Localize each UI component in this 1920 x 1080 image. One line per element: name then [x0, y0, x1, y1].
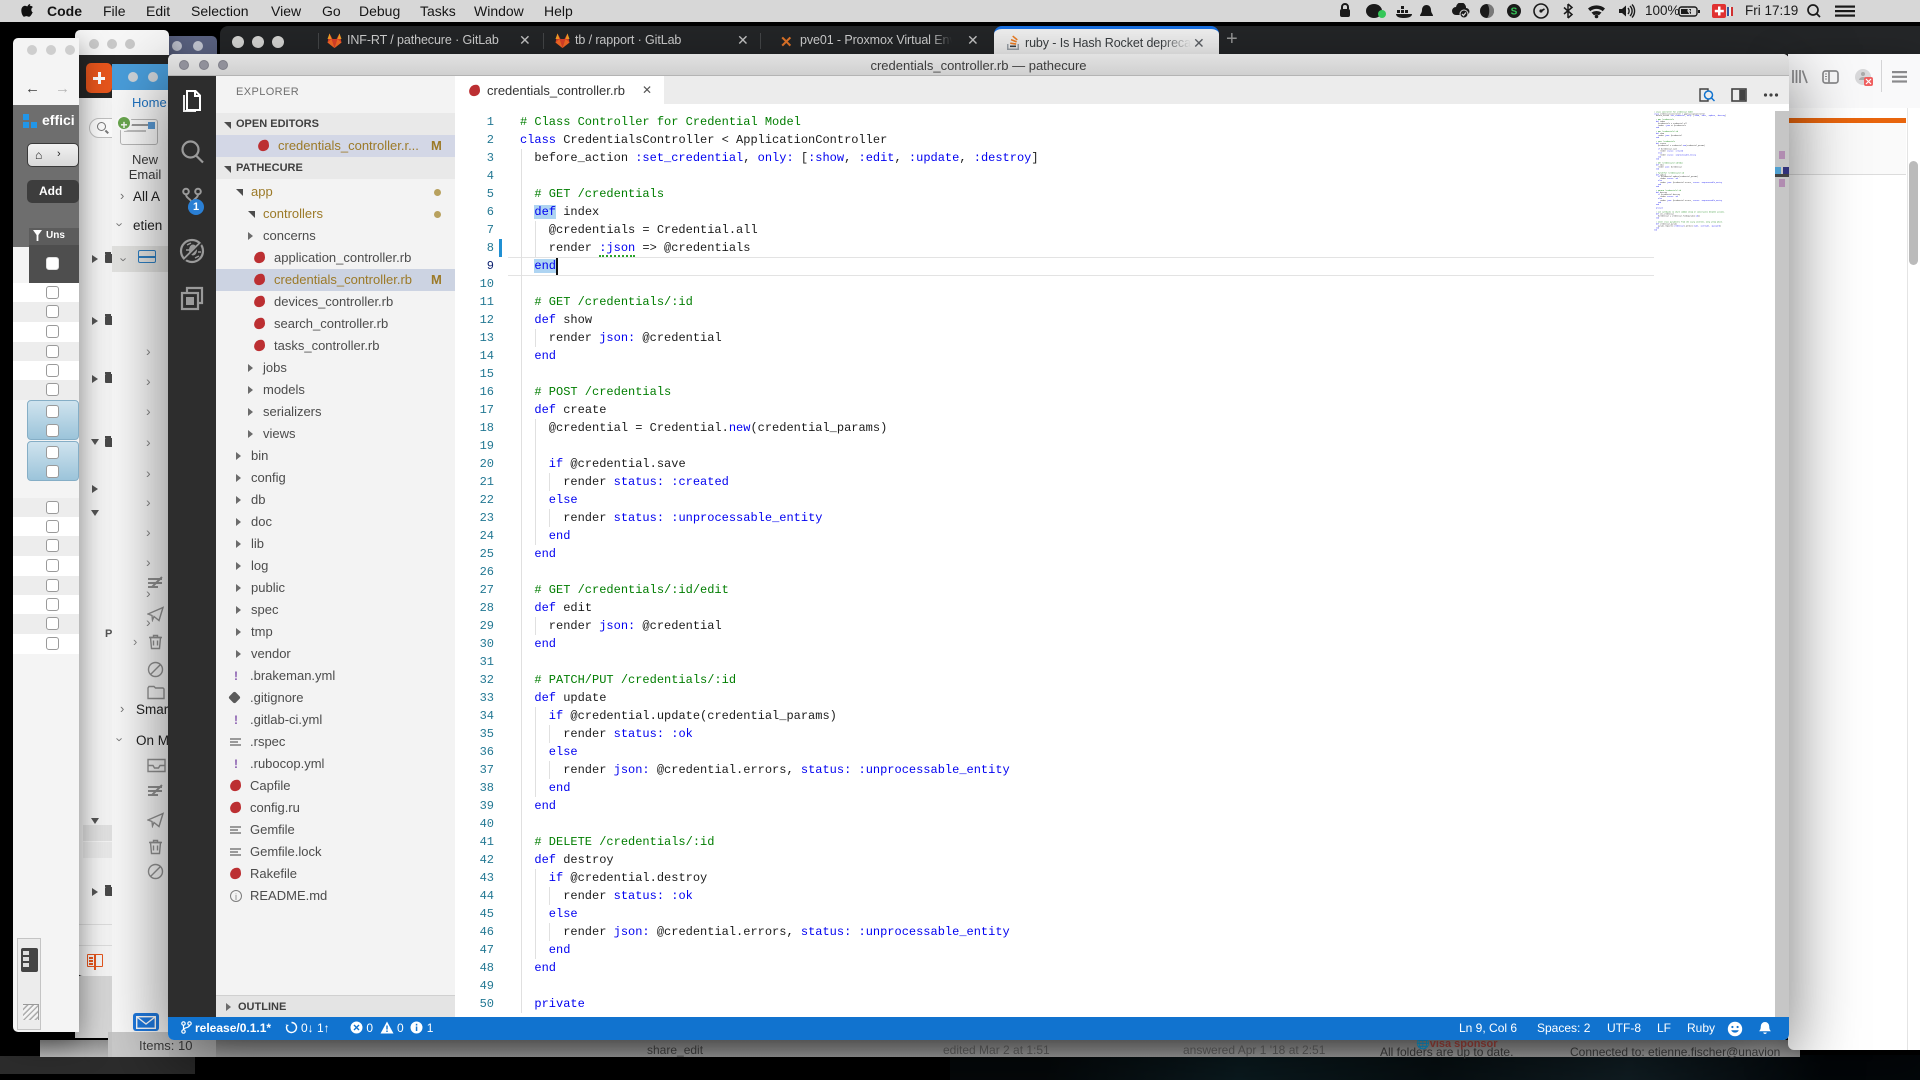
svg-text:S: S — [1511, 7, 1518, 18]
